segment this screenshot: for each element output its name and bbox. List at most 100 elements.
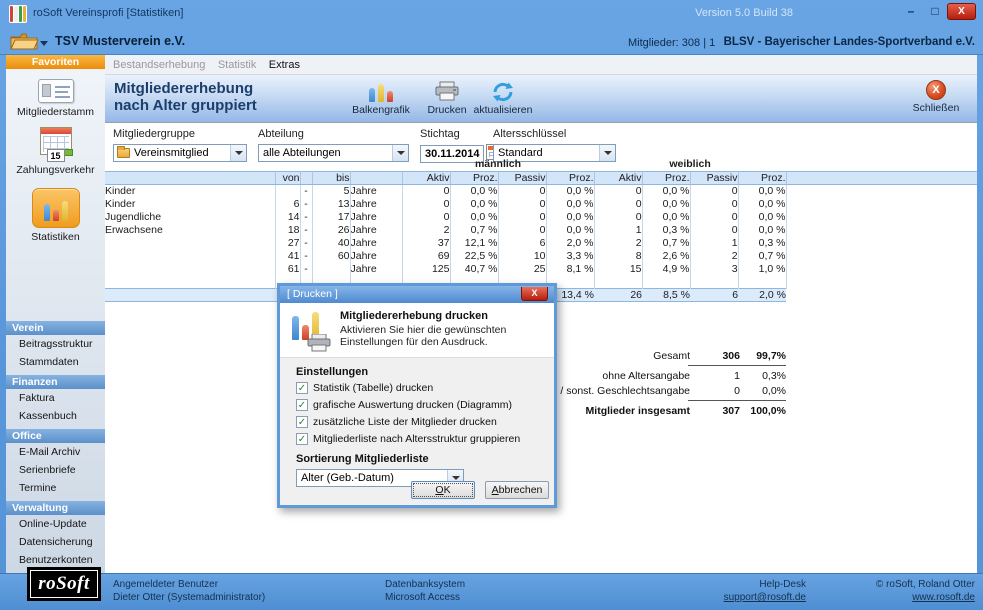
spacer-cell bbox=[642, 275, 690, 288]
menu-statistik[interactable]: Statistik bbox=[218, 59, 257, 71]
table-cell: 18 bbox=[275, 223, 300, 236]
table-cell: 15 bbox=[594, 262, 642, 275]
sidebar-item-e-mail-archiv[interactable]: E-Mail Archiv bbox=[6, 443, 105, 461]
table-cell: Jahre bbox=[350, 210, 402, 223]
spacer-cell bbox=[690, 275, 738, 288]
table-header-row: von bis Aktiv Proz. Passiv Proz. Aktiv P… bbox=[105, 171, 977, 184]
dialog-checkbox-row[interactable]: ✓Mitgliederliste nach Altersstruktur gru… bbox=[296, 433, 554, 445]
table-cell: 60 bbox=[312, 249, 350, 262]
settings-header: Einstellungen bbox=[296, 366, 554, 378]
table-cell: 0 bbox=[594, 197, 642, 210]
sidebar-item-statistiken[interactable]: Statistiken bbox=[6, 188, 105, 243]
table-cell: 3,3 % bbox=[546, 249, 594, 262]
checkbox-icon[interactable]: ✓ bbox=[296, 382, 308, 394]
table-cell: 0,3 % bbox=[738, 236, 786, 249]
maximize-button[interactable]: □ bbox=[927, 4, 943, 18]
table-cell: - bbox=[300, 223, 312, 236]
website-link[interactable]: www.rosoft.de bbox=[912, 592, 975, 603]
table-cell: Jahre bbox=[350, 184, 402, 197]
dialog-checkbox-row[interactable]: ✓ Statistik (Tabelle) drucken bbox=[296, 382, 554, 394]
table-cell: 0,0 % bbox=[738, 184, 786, 197]
table-cell: 61 bbox=[275, 262, 300, 275]
sidebar-item-stammdaten[interactable]: Stammdaten bbox=[6, 353, 105, 371]
menu-bestandserhebung[interactable]: Bestandserhebung bbox=[113, 59, 205, 71]
table-cell: 0,0 % bbox=[642, 197, 690, 210]
ok-button[interactable]: OK bbox=[411, 481, 475, 499]
table-cell: 10 bbox=[498, 249, 546, 262]
table-row[interactable]: Kinder-5Jahre00,0 %00,0 %00,0 %00,0 % bbox=[105, 184, 977, 197]
schliessen-button[interactable]: X Schließen bbox=[893, 80, 979, 114]
dialog-checkbox-row[interactable]: ✓zusätzliche Liste der Mitglieder drucke… bbox=[296, 416, 554, 428]
aktualisieren-button[interactable]: aktualisieren bbox=[460, 80, 546, 116]
checkbox-icon[interactable]: ✓ bbox=[296, 399, 308, 411]
club-dropdown-caret[interactable] bbox=[40, 41, 48, 46]
dialog-description: Aktivieren Sie hier die gewünschten Eins… bbox=[340, 324, 548, 348]
table-cell: 0,0 % bbox=[738, 197, 786, 210]
checkbox-icon[interactable]: ✓ bbox=[296, 433, 308, 445]
calendar-day-label: 15 bbox=[47, 149, 65, 162]
dialog-header: Mitgliedererhebung drucken Aktivieren Si… bbox=[280, 303, 554, 358]
table-row[interactable]: 27-40Jahre3712,1 %62,0 %20,7 %10,3 % bbox=[105, 236, 977, 249]
table-row[interactable]: 41-60Jahre6922,5 %103,3 %82,6 %20,7 % bbox=[105, 249, 977, 262]
table-cell: Jahre bbox=[350, 223, 402, 236]
table-cell: 2 bbox=[690, 249, 738, 262]
table-cell: - bbox=[300, 210, 312, 223]
sidebar-item-zahlungsverkehr[interactable]: 15 Zahlungsverkehr bbox=[6, 127, 105, 176]
sidebar-item-termine[interactable]: Termine bbox=[6, 479, 105, 497]
table-cell: 2,0 % bbox=[546, 236, 594, 249]
table-row[interactable]: Kinder6-13Jahre00,0 %00,0 %00,0 %00,0 % bbox=[105, 197, 977, 210]
folder-icon[interactable] bbox=[10, 32, 38, 51]
table-cell: 0 bbox=[690, 223, 738, 236]
table-cell: 40 bbox=[312, 236, 350, 249]
group-header-female: weiblich bbox=[594, 158, 786, 171]
table-cell: 37 bbox=[402, 236, 450, 249]
table-cell: 3 bbox=[690, 262, 738, 275]
divider bbox=[688, 365, 786, 366]
menu-extras[interactable]: Extras bbox=[269, 59, 300, 71]
sidebar-section-header: Verwaltung bbox=[6, 501, 105, 515]
minimize-button[interactable]: – bbox=[903, 4, 919, 18]
table-cell: 6 bbox=[498, 236, 546, 249]
close-window-button[interactable]: X bbox=[947, 3, 976, 20]
gender-group-row: männlich weiblich bbox=[105, 158, 977, 171]
sidebar-item-beitragsstruktur[interactable]: Beitragsstruktur bbox=[6, 335, 105, 353]
status-database: Datenbanksystem Microsoft Access bbox=[385, 578, 465, 604]
dialog-titlebar[interactable]: [ Drucken ] X bbox=[280, 286, 554, 303]
dialog-close-button[interactable]: X bbox=[521, 287, 548, 301]
table-cell: 0,0 % bbox=[450, 184, 498, 197]
checkbox-label: Statistik (Tabelle) drucken bbox=[313, 382, 433, 394]
table-cell bbox=[786, 197, 977, 210]
table-cell: 0 bbox=[594, 184, 642, 197]
bar-chart-icon bbox=[32, 188, 80, 228]
status-helpdesk: Help-Desk support@rosoft.de bbox=[724, 578, 806, 604]
printer-icon bbox=[306, 334, 332, 352]
sidebar: Favoriten Mitgliederstamm 15 Zahlungsver… bbox=[6, 55, 105, 573]
sidebar-item-kassenbuch[interactable]: Kassenbuch bbox=[6, 407, 105, 425]
app-window: roSoft Vereinsprofi [Statistiken] Versio… bbox=[0, 0, 983, 610]
totals-cell bbox=[786, 288, 977, 301]
sidebar-item-datensicherung[interactable]: Datensicherung bbox=[6, 533, 105, 551]
titlebar: roSoft Vereinsprofi [Statistiken] Versio… bbox=[0, 0, 983, 28]
sidebar-item-serienbriefe[interactable]: Serienbriefe bbox=[6, 461, 105, 479]
close-circle-icon: X bbox=[926, 80, 946, 100]
app-icon bbox=[9, 5, 27, 23]
checkbox-icon[interactable]: ✓ bbox=[296, 416, 308, 428]
sidebar-item-online-update[interactable]: Online-Update bbox=[6, 515, 105, 533]
table-cell bbox=[786, 236, 977, 249]
sidebar-item-mitgliederstamm[interactable]: Mitgliederstamm bbox=[6, 79, 105, 118]
table-cell: 12,1 % bbox=[450, 236, 498, 249]
cancel-button[interactable]: Abbrechen bbox=[485, 481, 549, 499]
spacer-cell bbox=[786, 275, 977, 288]
table-row[interactable]: Jugendliche14-17Jahre00,0 %00,0 %00,0 %0… bbox=[105, 210, 977, 223]
toolbar: Mitgliedererhebung nach Alter gruppiert … bbox=[105, 75, 977, 123]
group-header-male: männlich bbox=[402, 158, 594, 171]
sidebar-item-faktura[interactable]: Faktura bbox=[6, 389, 105, 407]
support-email-link[interactable]: support@rosoft.de bbox=[724, 592, 806, 603]
totals-cell: 2,0 % bbox=[738, 288, 786, 301]
table-cell: 0,3 % bbox=[642, 223, 690, 236]
table-row[interactable]: Erwachsene18-26Jahre20,7 %00,0 %10,3 %00… bbox=[105, 223, 977, 236]
checkbox-label: grafische Auswertung drucken (Diagramm) bbox=[313, 399, 512, 411]
table-row[interactable]: 61-Jahre12540,7 %258,1 %154,9 %31,0 % bbox=[105, 262, 977, 275]
dialog-checkbox-row[interactable]: ✓ grafische Auswertung drucken (Diagramm) bbox=[296, 399, 554, 411]
table-cell bbox=[786, 184, 977, 197]
